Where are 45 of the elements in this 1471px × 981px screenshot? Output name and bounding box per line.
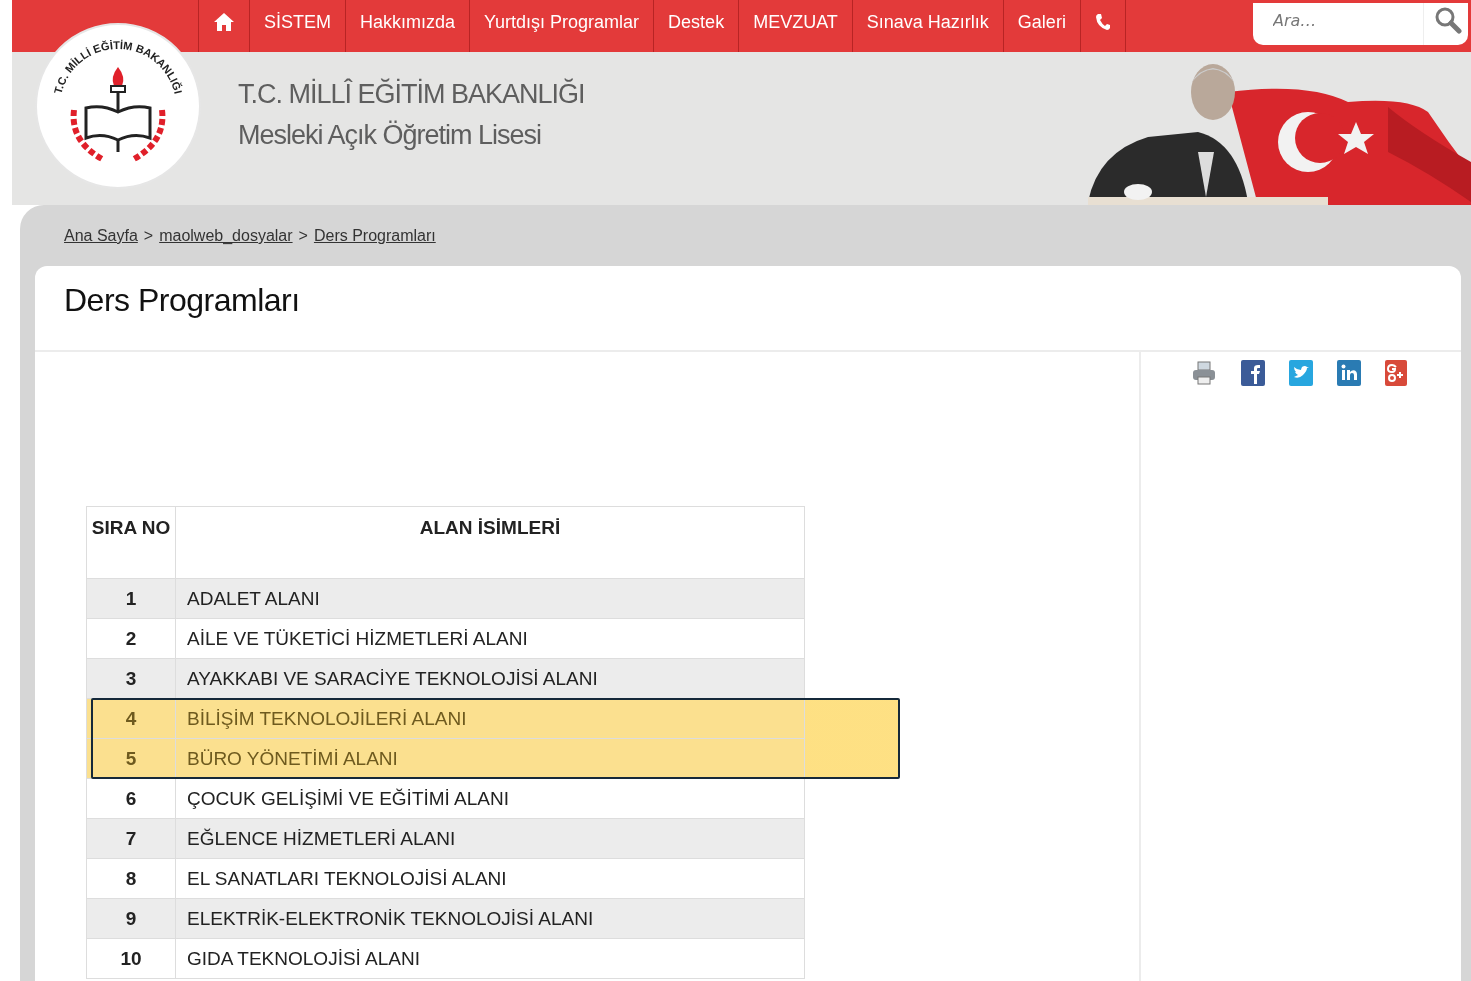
table-cell: 1 [86, 578, 176, 619]
google-plus-button[interactable] [1385, 360, 1407, 386]
table-cell: ELEKTRİK-ELEKTRONİK TEKNOLOJİSİ ALANI [175, 898, 805, 939]
table-cell: GIDA TEKNOLOJİSİ ALANI [175, 938, 805, 979]
table-cell: 10 [86, 938, 176, 979]
table-cell: 8 [86, 858, 176, 899]
printer-icon [1191, 360, 1217, 386]
facebook-icon [1241, 360, 1265, 386]
twitter-button[interactable] [1289, 360, 1313, 386]
search-icon [1434, 6, 1462, 34]
table-cell: EĞLENCE HİZMETLERİ ALANI [175, 818, 805, 859]
column-header: SIRA NO [86, 506, 176, 579]
search-field[interactable]: Ara… [1253, 3, 1468, 45]
site-title: T.C. MİLLÎ EĞİTİM BAKANLIĞI [238, 77, 585, 111]
column-header: ALAN İSİMLERİ [175, 506, 805, 579]
table-cell: 6 [86, 778, 176, 819]
breadcrumb-link[interactable]: maolweb_dosyalar [159, 227, 293, 245]
phone-icon [1094, 13, 1111, 31]
breadcrumb-link[interactable]: Ana Sayfa [64, 227, 138, 245]
print-button[interactable] [1191, 360, 1217, 386]
bird-icon [1289, 360, 1313, 386]
breadcrumb-link[interactable]: Ders Programları [313, 227, 436, 245]
table-cell: ADALET ALANI [175, 578, 805, 619]
home-icon [213, 12, 235, 32]
table-cell: 9 [86, 898, 176, 939]
table-cell: ÇOCUK GELİŞİMİ VE EĞİTİMİ ALANI [175, 778, 805, 819]
table-cell: BÜRO YÖNETİMİ ALANI [175, 738, 805, 779]
search-input[interactable]: Ara… [1253, 10, 1423, 38]
site-subtitle: Mesleki Açık Öğretim Lisesi [238, 118, 543, 152]
facebook-button[interactable] [1241, 360, 1265, 386]
table-cell: 5 [86, 738, 176, 779]
page-title: Ders Programları [35, 266, 1461, 352]
table-cell: 4 [86, 698, 176, 739]
breadcrumb-separator: > [298, 227, 308, 245]
linkedin-button[interactable] [1337, 360, 1361, 386]
table-cell: BİLİŞİM TEKNOLOJİLERİ ALANI [175, 698, 805, 739]
linkedin-icon [1337, 360, 1361, 386]
google-plus-icon [1385, 360, 1407, 386]
table-cell: EL SANATLARI TEKNOLOJİSİ ALANI [175, 858, 805, 899]
table-cell: AİLE VE TÜKETİCİ HİZMETLERİ ALANI [175, 618, 805, 659]
table-cell: 7 [86, 818, 176, 859]
table-cell: AYAKKABI VE SARACİYE TEKNOLOJİSİ ALANI [175, 658, 805, 699]
table-cell: 3 [86, 658, 176, 699]
breadcrumb-separator: > [143, 227, 154, 245]
table-cell: 2 [86, 618, 176, 659]
